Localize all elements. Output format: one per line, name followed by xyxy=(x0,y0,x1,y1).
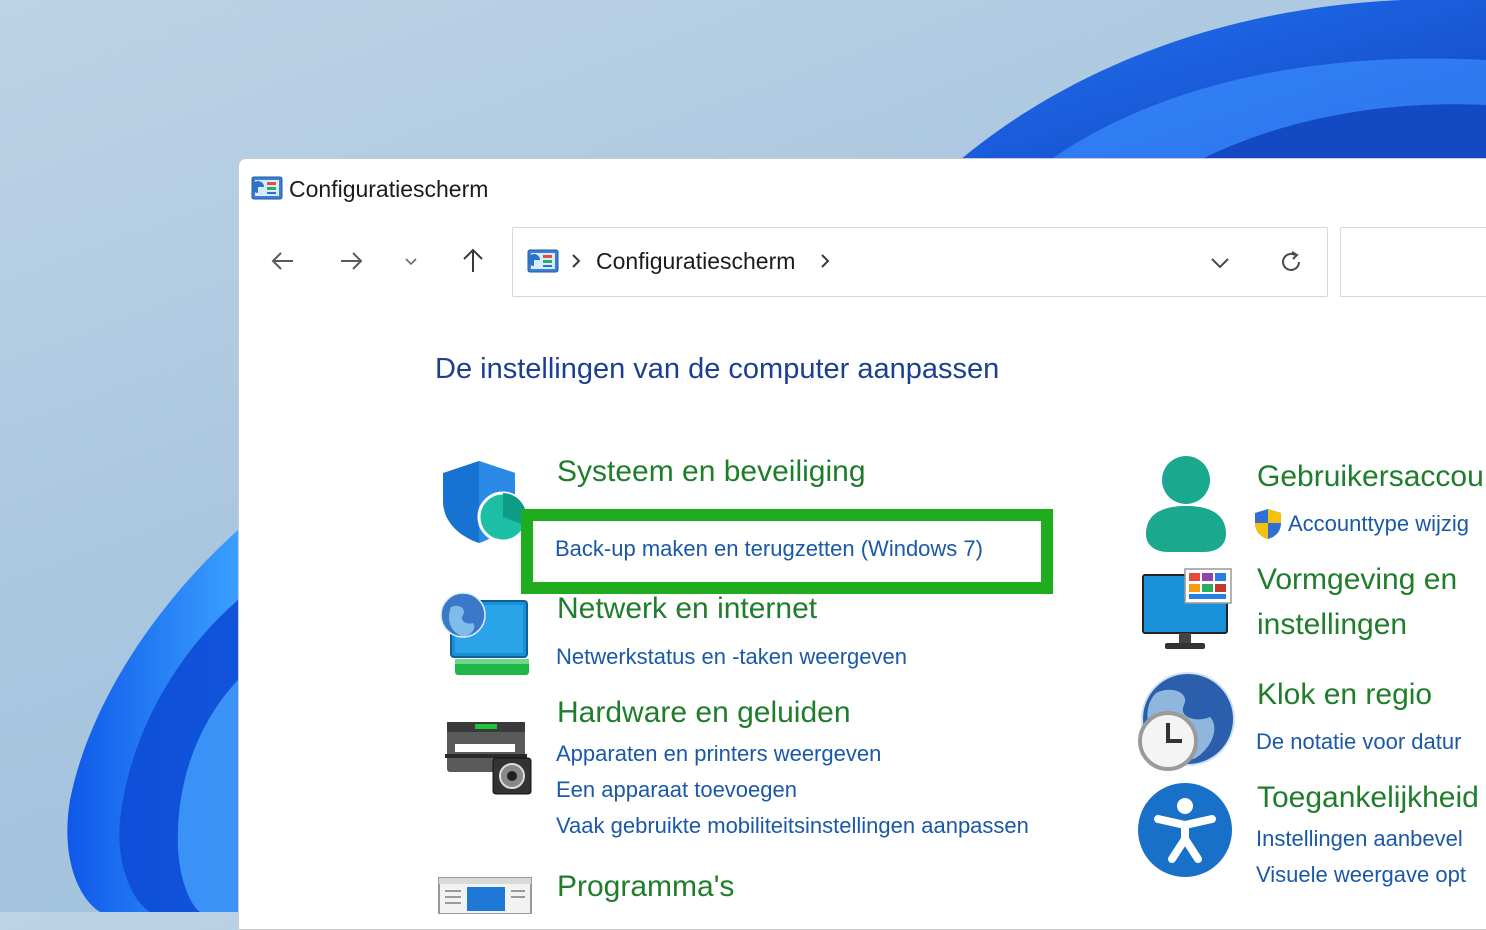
network-globe-icon[interactable] xyxy=(437,589,531,681)
category-appearance[interactable]: Vormgeving en xyxy=(1257,563,1457,597)
link-change-account-type[interactable]: Accounttype wijzig xyxy=(1288,511,1469,537)
category-accessibility[interactable]: Toegankelijkheid xyxy=(1257,781,1479,815)
category-network-internet[interactable]: Netwerk en internet xyxy=(557,592,817,626)
chevron-down-icon xyxy=(405,258,417,266)
user-account-icon[interactable] xyxy=(1142,454,1230,554)
uac-shield-icon xyxy=(1253,508,1283,540)
link-devices-printers[interactable]: Apparaten en printers weergeven xyxy=(556,741,881,767)
breadcrumb-control-panel[interactable]: Configuratiescherm xyxy=(596,248,795,275)
recent-locations-button[interactable] xyxy=(389,241,433,281)
accessibility-icon[interactable] xyxy=(1136,781,1234,879)
up-button[interactable] xyxy=(451,241,495,281)
link-recommended-settings[interactable]: Instellingen aanbevel xyxy=(1256,826,1463,852)
search-input[interactable] xyxy=(1340,227,1486,297)
window-title: Configuratiescherm xyxy=(289,176,489,202)
address-bar[interactable]: Configuratiescherm xyxy=(512,227,1328,297)
chevron-down-icon xyxy=(1211,258,1229,269)
title-bar[interactable]: Configuratiescherm xyxy=(239,159,1486,219)
forward-button[interactable] xyxy=(329,241,373,281)
chevron-right-icon[interactable] xyxy=(818,250,832,272)
link-network-status[interactable]: Netwerkstatus en -taken weergeven xyxy=(556,644,907,670)
control-panel-window: Configuratiescherm Configuratiescherm De… xyxy=(238,158,1486,930)
category-appearance-line2[interactable]: instellingen xyxy=(1257,608,1407,642)
link-visual-display[interactable]: Visuele weergave opt xyxy=(1256,862,1466,888)
control-panel-icon xyxy=(251,176,283,202)
shield-icon[interactable] xyxy=(439,457,531,549)
link-date-format[interactable]: De notatie voor datur xyxy=(1256,729,1461,755)
refresh-button[interactable] xyxy=(1267,233,1315,291)
page-title: De instellingen van de computer aanpasse… xyxy=(435,353,1000,385)
arrow-up-icon xyxy=(463,248,483,272)
category-system-security[interactable]: Systeem en beveiliging xyxy=(557,455,866,489)
category-programs[interactable]: Programma's xyxy=(557,870,734,904)
printer-speaker-icon[interactable] xyxy=(441,714,533,796)
chevron-right-icon[interactable] xyxy=(569,250,583,272)
refresh-icon xyxy=(1282,251,1300,271)
category-hardware-sound[interactable]: Hardware en geluiden xyxy=(557,696,851,730)
programs-icon[interactable] xyxy=(437,874,533,914)
appearance-monitor-icon[interactable] xyxy=(1141,567,1233,651)
category-user-accounts[interactable]: Gebruikersaccou xyxy=(1257,460,1484,494)
link-add-device[interactable]: Een apparaat toevoegen xyxy=(556,777,797,803)
back-button[interactable] xyxy=(261,241,305,281)
category-clock-region[interactable]: Klok en regio xyxy=(1257,678,1432,712)
arrow-left-icon xyxy=(271,252,293,270)
control-panel-icon xyxy=(527,249,559,275)
arrow-right-icon xyxy=(341,252,363,270)
link-backup-restore[interactable]: Back-up maken en terugzetten (Windows 7) xyxy=(555,536,983,562)
link-mobility-settings[interactable]: Vaak gebruikte mobiliteitsinstellingen a… xyxy=(556,813,1029,839)
address-history-button[interactable] xyxy=(1203,246,1237,280)
clock-globe-icon[interactable] xyxy=(1136,671,1236,771)
